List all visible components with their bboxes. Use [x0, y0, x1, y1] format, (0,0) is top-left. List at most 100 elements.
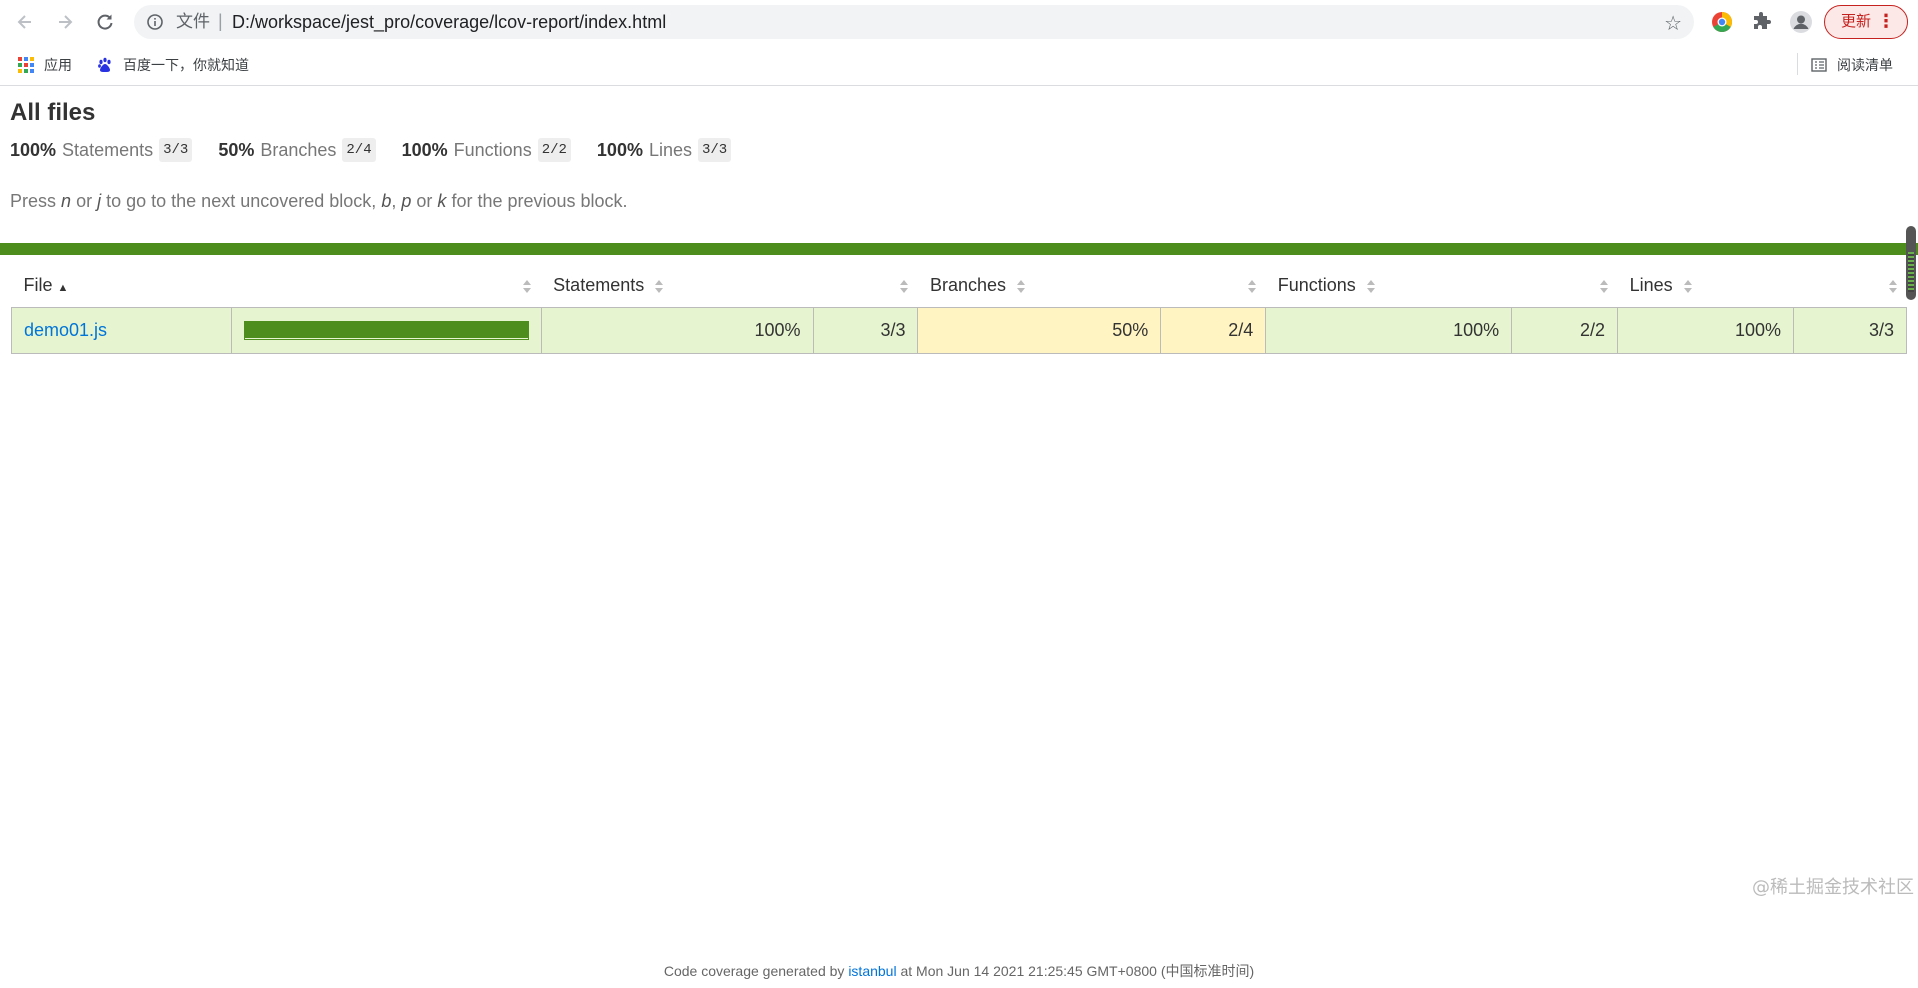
reading-list-label: 阅读清单 [1837, 57, 1893, 73]
apps-grid-icon [18, 57, 34, 73]
more-menu-icon[interactable]: ⋮ [1877, 6, 1895, 37]
bookmarks-divider [1797, 53, 1798, 75]
summary-lines: 100% Lines 3/3 [596, 138, 732, 162]
summary-pct: 100% [10, 139, 57, 160]
summary-pct: 50% [218, 139, 255, 160]
url-text[interactable]: D:/workspace/jest_pro/coverage/lcov-repo… [232, 12, 666, 32]
sort-icon [1888, 280, 1897, 293]
reload-icon [97, 14, 113, 30]
statements-frac-cell: 3/3 [812, 306, 919, 354]
bookmark-apps[interactable]: 应用 [18, 55, 72, 75]
reading-list[interactable]: 阅读清单 [1811, 55, 1893, 75]
summary-fraction: 2/2 [537, 138, 571, 162]
star-icon[interactable]: ☆ [1664, 11, 1682, 36]
istanbul-link[interactable]: istanbul [848, 963, 896, 979]
info-icon[interactable] [146, 13, 164, 31]
bookmark-label: 百度一下，你就知道 [123, 57, 249, 73]
keyboard-hint: Press n or j to go to the next uncovered… [10, 191, 628, 212]
scheme-separator: | [218, 11, 223, 31]
address-bar[interactable]: 文件 | D:/workspace/jest_pro/coverage/lcov… [134, 5, 1694, 39]
browser-toolbar: 文件 | D:/workspace/jest_pro/coverage/lcov… [0, 0, 1918, 44]
sort-icon [1017, 279, 1026, 293]
hint-press: Press [10, 191, 57, 211]
column-label: Branches [929, 274, 1007, 295]
bookmarks-bar: 应用 百度一下，你就知道 阅读清单 [0, 44, 1918, 86]
coverage-table: File ▲ Statements Branches Functions Lin… [11, 264, 1908, 354]
column-header-file-bar[interactable] [231, 264, 541, 307]
summary-label: Statements [62, 139, 154, 160]
sort-icon [1599, 280, 1608, 293]
functions-frac-cell: 2/2 [1511, 306, 1619, 354]
sort-icon [523, 280, 532, 293]
branches-pct-cell: 50% [917, 306, 1162, 354]
baidu-paw-icon [98, 57, 111, 72]
column-label: File [23, 274, 53, 295]
summary-branches: 50% Branches 2/4 [218, 138, 376, 162]
coverage-summary: 100% Statements 3/3 50% Branches 2/4 100… [10, 138, 757, 162]
bookmark-baidu[interactable]: 百度一下，你就知道 [97, 55, 249, 75]
hint-key-j: j [97, 191, 102, 211]
hint-key-k: k [437, 191, 447, 211]
lines-frac-cell: 3/3 [1792, 306, 1908, 354]
table-row: demo01.js 100% 3/3 50% 2/4 100% 2/2 100%… [11, 306, 1908, 354]
forward-button[interactable] [51, 8, 79, 36]
scheme-label: 文件 [176, 12, 210, 31]
table-header-row: File ▲ Statements Branches Functions Lin… [12, 264, 1907, 307]
bookmark-label: 应用 [44, 57, 72, 73]
column-label: Functions [1277, 274, 1356, 295]
coverage-report-page: All files 100% Statements 3/3 50% Branch… [0, 87, 1918, 988]
update-button[interactable]: 更新 ⋮ [1824, 5, 1908, 39]
summary-label: Functions [453, 139, 532, 160]
watermark: @稀土掘金技术社区 [1752, 877, 1914, 898]
footer-suffix: at Mon Jun 14 2021 21:25:45 GMT+0800 (中国… [900, 963, 1255, 979]
sort-asc-icon: ▲ [57, 281, 69, 294]
puzzle-icon[interactable] [1750, 10, 1774, 34]
functions-pct-cell: 100% [1265, 306, 1513, 354]
page-title: All files [10, 99, 96, 126]
profile-avatar-icon[interactable] [1789, 10, 1813, 34]
column-header-lines[interactable]: Lines [1618, 264, 1907, 307]
column-header-statements[interactable]: Statements [541, 264, 918, 307]
footer: Code coverage generated by istanbul at M… [0, 961, 1918, 981]
coverage-bar [243, 320, 529, 340]
file-link[interactable]: demo01.js [24, 320, 107, 340]
reading-list-icon [1811, 58, 1827, 72]
scrollbar-thumb[interactable] [1906, 226, 1916, 300]
summary-pct: 100% [401, 139, 448, 160]
column-header-file[interactable]: File ▲ [12, 264, 232, 307]
hint-end: for the previous block. [451, 191, 628, 211]
lines-pct-cell: 100% [1617, 306, 1794, 354]
chrome-extension-icon[interactable] [1710, 10, 1734, 34]
hint-key-n: n [61, 191, 72, 211]
coverage-bar-fill [244, 321, 528, 338]
hint-key-b: b [381, 191, 392, 211]
update-label: 更新 [1841, 13, 1872, 30]
back-button[interactable] [11, 8, 39, 36]
hint-comma: , [391, 191, 397, 211]
summary-label: Lines [648, 139, 692, 160]
summary-pct: 100% [596, 139, 643, 160]
summary-fraction: 2/4 [342, 138, 376, 162]
summary-statements: 100% Statements 3/3 [10, 138, 193, 162]
coverage-status-bar [0, 243, 1918, 255]
file-cell: demo01.js [11, 306, 232, 354]
sort-icon [899, 280, 908, 293]
sort-icon [1247, 280, 1256, 293]
branches-frac-cell: 2/4 [1160, 306, 1267, 354]
summary-functions: 100% Functions 2/2 [402, 138, 571, 162]
column-label: Statements [553, 274, 645, 295]
column-header-branches[interactable]: Branches [918, 264, 1266, 307]
summary-label: Branches [260, 139, 337, 160]
statements-pct-cell: 100% [540, 306, 814, 354]
hint-or: or [76, 191, 93, 211]
column-label: Lines [1629, 274, 1673, 295]
hint-key-p: p [401, 191, 412, 211]
hint-or: or [416, 191, 433, 211]
coverage-bar-cell [230, 306, 542, 354]
column-header-functions[interactable]: Functions [1266, 264, 1618, 307]
hint-mid: to go to the next uncovered block, [106, 191, 377, 211]
footer-prefix: Code coverage generated by [663, 963, 845, 979]
reload-button[interactable] [91, 8, 119, 36]
sort-icon [1683, 279, 1692, 293]
sort-icon [1366, 279, 1375, 293]
